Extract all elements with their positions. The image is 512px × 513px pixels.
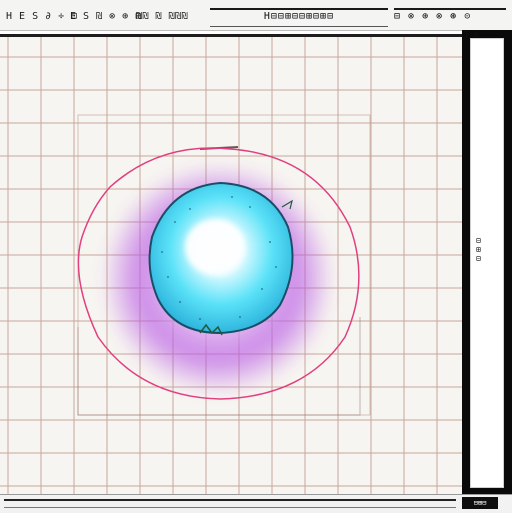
center-highlight <box>185 219 245 275</box>
toolbar-group-2[interactable]: E S ₪ ⊗ ⊕ ⊞ <box>70 11 142 23</box>
window-title: H⊟⊟⊞⊟⊟⊞⊟⊞⊟ <box>210 8 388 27</box>
toolbar-group-3[interactable]: ₪₪ ₪ ₪₪₪ <box>136 11 188 23</box>
window-controls[interactable]: ⊟ ⊗ ⊕ ⊗ ⊛ ⊝ <box>394 8 506 26</box>
toolbar: H E S ∂ ÷ ⊡ E S ₪ ⊗ ⊕ ⊞ ₪₪ ₪ ₪₪₪ H⊟⊟⊞⊟⊟⊞… <box>0 0 512 31</box>
canvas-area[interactable] <box>0 34 462 494</box>
corner-readout: ⊟⊞⊟ <box>462 497 498 509</box>
side-panel-marker[interactable]: ⊟ ⊞ ⊟ <box>476 236 500 264</box>
side-panel-label: T ⊞ <box>464 30 479 39</box>
canvas-drawing <box>0 37 462 494</box>
horizontal-scrollbar[interactable] <box>4 499 456 508</box>
toolbar-group-1[interactable]: H E S ∂ ÷ ⊡ <box>6 11 78 23</box>
status-bar: ⊟⊞⊟ <box>0 494 512 513</box>
